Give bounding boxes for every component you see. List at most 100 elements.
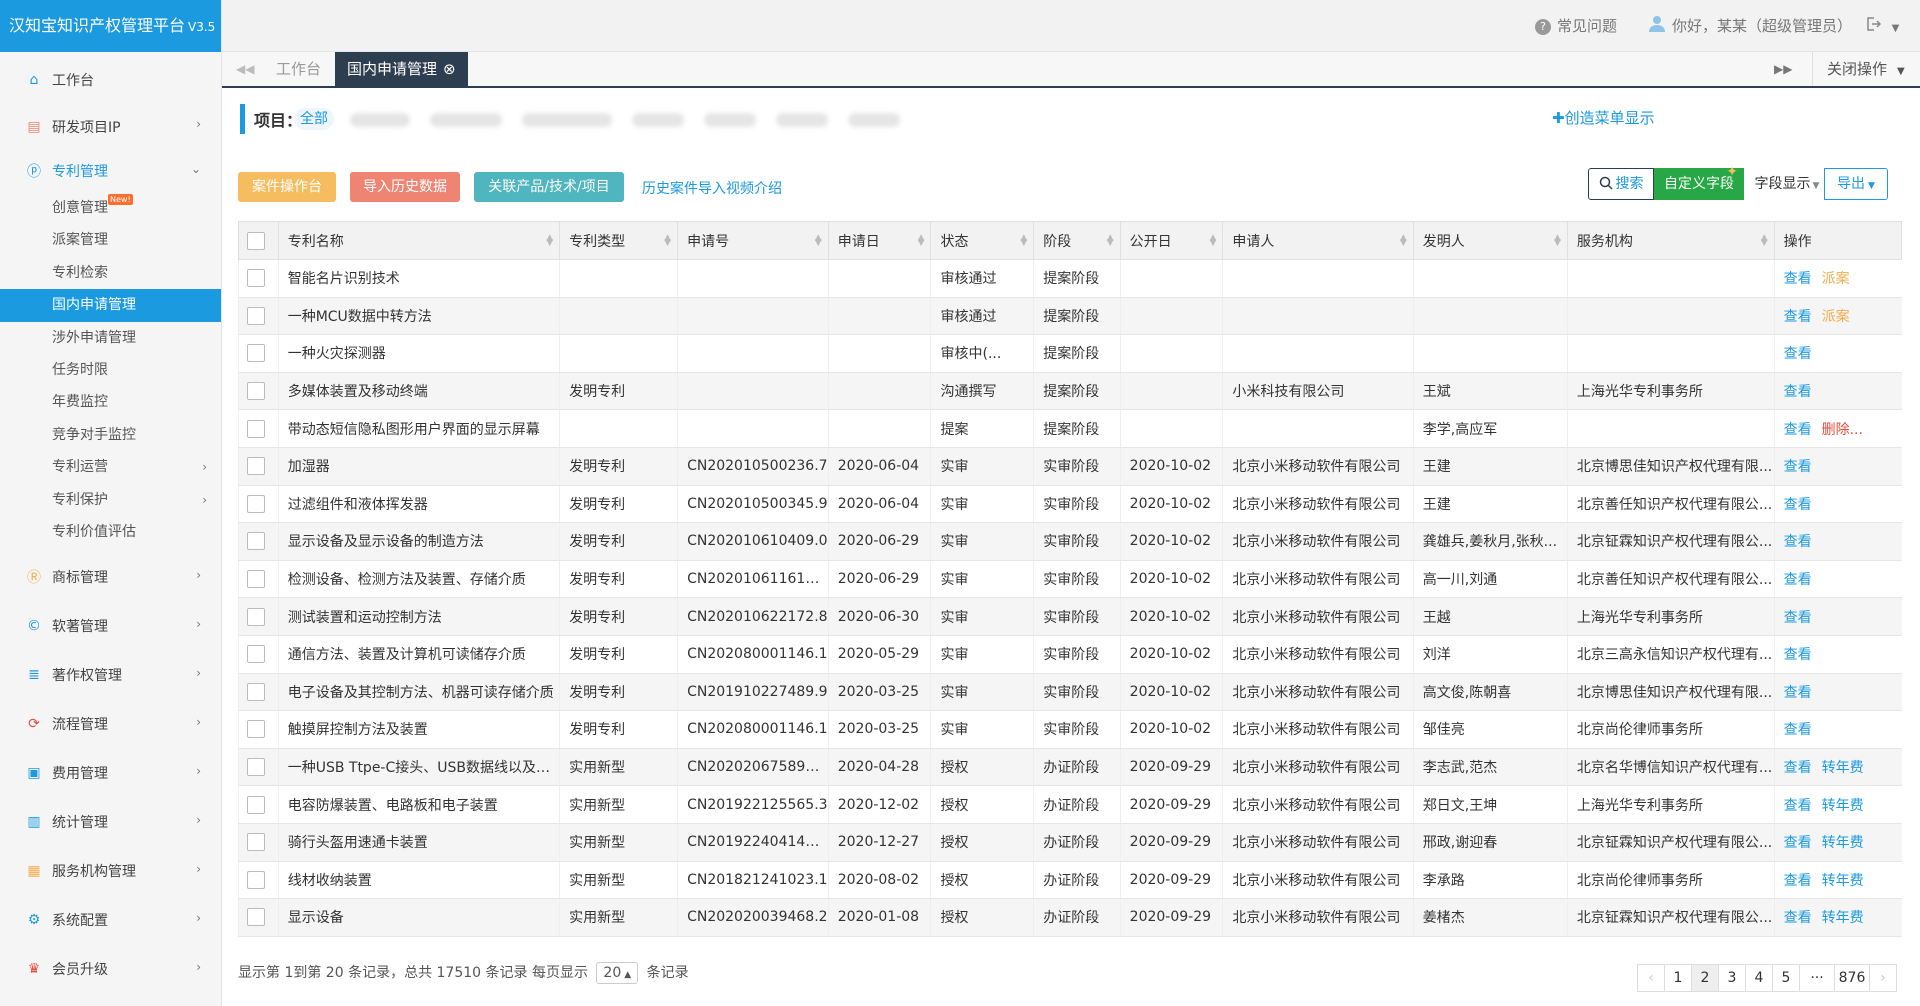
view-link[interactable]: 查看 xyxy=(1784,346,1812,362)
row-checkbox[interactable] xyxy=(247,870,265,889)
logout-icon[interactable] xyxy=(1865,1,1881,53)
sidebar-item-t2[interactable]: ⓟ 专利管理 ⌄ xyxy=(0,152,221,190)
row-checkbox[interactable] xyxy=(247,306,265,325)
sidebar-subitem-5[interactable]: 任务时限 xyxy=(0,354,221,386)
sort-icon[interactable]: ▲ ▼ xyxy=(1400,234,1407,248)
sort-icon[interactable]: ▲ ▼ xyxy=(1020,234,1027,248)
sidebar-item-b5[interactable]: ▥ 统计管理 › xyxy=(0,797,221,846)
row-checkbox[interactable] xyxy=(247,833,265,852)
view-link[interactable]: 查看 xyxy=(1784,309,1812,325)
secondary-action-link[interactable]: 转年费 xyxy=(1822,798,1864,814)
row-checkbox[interactable] xyxy=(247,758,265,777)
sidebar-subitem-4[interactable]: 涉外申请管理 xyxy=(0,322,221,354)
row-checkbox[interactable] xyxy=(247,908,265,927)
sort-icon[interactable]: ▲ ▼ xyxy=(664,234,671,248)
row-checkbox[interactable] xyxy=(247,795,265,814)
pagination-page[interactable]: ··· xyxy=(1799,964,1835,992)
pagination-page[interactable]: 876 xyxy=(1834,964,1870,992)
link-product-button[interactable]: 关联产品/技术/项目 xyxy=(474,172,624,202)
sidebar-subitem-1[interactable]: 派案管理 xyxy=(0,224,221,256)
tabs-scroll-right-icon[interactable]: ▶▶ xyxy=(1774,52,1792,86)
project-filter-options[interactable] xyxy=(350,112,900,128)
row-checkbox[interactable] xyxy=(247,344,265,363)
sort-icon[interactable]: ▲ ▼ xyxy=(1107,234,1114,248)
view-link[interactable]: 查看 xyxy=(1784,572,1812,588)
sidebar-item-b3[interactable]: ⟳ 流程管理 › xyxy=(0,699,221,748)
pagination-page[interactable]: 3 xyxy=(1718,964,1746,992)
sort-icon[interactable]: ▲ ▼ xyxy=(1554,234,1561,248)
tabs-scroll-left-icon[interactable]: ◀◀ xyxy=(236,52,254,86)
column-header[interactable]: 专利类型 ▲ ▼ xyxy=(559,221,679,260)
project-filter-all[interactable]: 全部 xyxy=(294,108,334,130)
secondary-action-link[interactable]: 转年费 xyxy=(1822,873,1864,889)
view-link[interactable]: 查看 xyxy=(1784,835,1812,851)
sidebar-subitem-9[interactable]: 专利保护 › xyxy=(0,484,221,516)
sidebar-item-t0[interactable]: ⌂ 工作台 xyxy=(0,58,221,102)
import-history-button[interactable]: 导入历史数据 xyxy=(350,172,460,202)
row-checkbox[interactable] xyxy=(247,269,265,288)
sidebar-subitem-3[interactable]: 国内申请管理 xyxy=(0,289,221,322)
secondary-action-link[interactable]: 转年费 xyxy=(1822,760,1864,776)
sidebar-subitem-7[interactable]: 竞争对手监控 xyxy=(0,419,221,451)
create-menu-link[interactable]: ✚创造菜单显示 xyxy=(1552,107,1655,128)
row-checkbox[interactable] xyxy=(247,382,265,401)
sidebar-subitem-2[interactable]: 专利检索 xyxy=(0,257,221,289)
tab-workbench[interactable]: 工作台 xyxy=(276,52,321,86)
case-console-button[interactable]: 案件操作台 xyxy=(238,172,336,202)
column-header[interactable]: 阶段 ▲ ▼ xyxy=(1033,221,1121,260)
tab-domestic-application[interactable]: 国内申请管理 ⊗ xyxy=(335,52,468,86)
close-tab-icon[interactable]: ⊗ xyxy=(443,60,456,78)
view-link[interactable]: 查看 xyxy=(1784,798,1812,814)
close-operations-menu[interactable]: 关闭操作 ▼ xyxy=(1812,52,1920,86)
row-checkbox[interactable] xyxy=(247,607,265,626)
row-checkbox[interactable] xyxy=(247,645,265,664)
column-header[interactable]: 申请日 ▲ ▼ xyxy=(827,221,932,260)
row-checkbox[interactable] xyxy=(247,532,265,551)
sort-icon[interactable]: ▲ ▼ xyxy=(1761,234,1768,248)
dropdown-caret-icon[interactable]: ▼ xyxy=(1892,23,1900,34)
sidebar-item-b1[interactable]: © 软著管理 › xyxy=(0,601,221,650)
custom-field-button[interactable]: 自定义字段 ✦ xyxy=(1654,164,1744,200)
pagination-page[interactable]: 5 xyxy=(1772,964,1800,992)
user-info[interactable]: 你好，某某（超级管理员） ▼ xyxy=(1648,0,1899,55)
row-checkbox[interactable] xyxy=(247,457,265,476)
view-link[interactable]: 查看 xyxy=(1784,459,1812,475)
view-link[interactable]: 查看 xyxy=(1784,610,1812,626)
secondary-action-link[interactable]: 删除... xyxy=(1822,422,1863,438)
view-link[interactable]: 查看 xyxy=(1784,873,1812,889)
page-size-select[interactable]: 20 ▲ xyxy=(596,962,639,984)
view-link[interactable]: 查看 xyxy=(1784,760,1812,776)
sidebar-subitem-0[interactable]: 创意管理 New! xyxy=(0,192,221,224)
history-video-link[interactable]: 历史案件导入视频介绍 xyxy=(642,178,782,198)
view-link[interactable]: 查看 xyxy=(1784,422,1812,438)
row-checkbox[interactable] xyxy=(247,494,265,513)
column-header[interactable]: 申请号 ▲ ▼ xyxy=(677,221,829,260)
sidebar-subitem-8[interactable]: 专利运营 › xyxy=(0,451,221,483)
column-header[interactable]: 申请人 ▲ ▼ xyxy=(1222,221,1414,260)
column-header[interactable]: 专利名称 ▲ ▼ xyxy=(277,221,561,260)
column-header[interactable]: 服务机构 ▲ ▼ xyxy=(1566,221,1775,260)
view-link[interactable]: 查看 xyxy=(1784,497,1812,513)
sidebar-item-b0[interactable]: Ⓡ 商标管理 › xyxy=(0,552,221,601)
column-header[interactable]: 发明人 ▲ ▼ xyxy=(1412,221,1568,260)
sidebar-subitem-10[interactable]: 专利价值评估 xyxy=(0,516,221,548)
search-button[interactable]: 搜索 xyxy=(1588,168,1654,200)
sidebar-item-b2[interactable]: ≣ 著作权管理 › xyxy=(0,650,221,699)
view-link[interactable]: 查看 xyxy=(1784,534,1812,550)
view-link[interactable]: 查看 xyxy=(1784,271,1812,287)
secondary-action-link[interactable]: 派案 xyxy=(1822,309,1850,325)
row-checkbox[interactable] xyxy=(247,720,265,739)
row-checkbox[interactable] xyxy=(247,570,265,589)
sidebar-item-b7[interactable]: ⚙ 系统配置 › xyxy=(0,895,221,944)
sort-icon[interactable]: ▲ ▼ xyxy=(815,234,822,248)
field-display-dropdown[interactable]: 字段显示 ▼ xyxy=(1750,168,1824,200)
export-button[interactable]: 导出 ▼ xyxy=(1824,168,1888,200)
pagination-next[interactable]: › xyxy=(1869,964,1897,992)
view-link[interactable]: 查看 xyxy=(1784,384,1812,400)
pagination-page[interactable]: 1 xyxy=(1664,964,1692,992)
sidebar-item-b6[interactable]: ▦ 服务机构管理 › xyxy=(0,846,221,895)
view-link[interactable]: 查看 xyxy=(1784,910,1812,926)
column-header[interactable]: 公开日 ▲ ▼ xyxy=(1119,221,1224,260)
view-link[interactable]: 查看 xyxy=(1784,685,1812,701)
sort-icon[interactable]: ▲ ▼ xyxy=(1210,234,1217,248)
